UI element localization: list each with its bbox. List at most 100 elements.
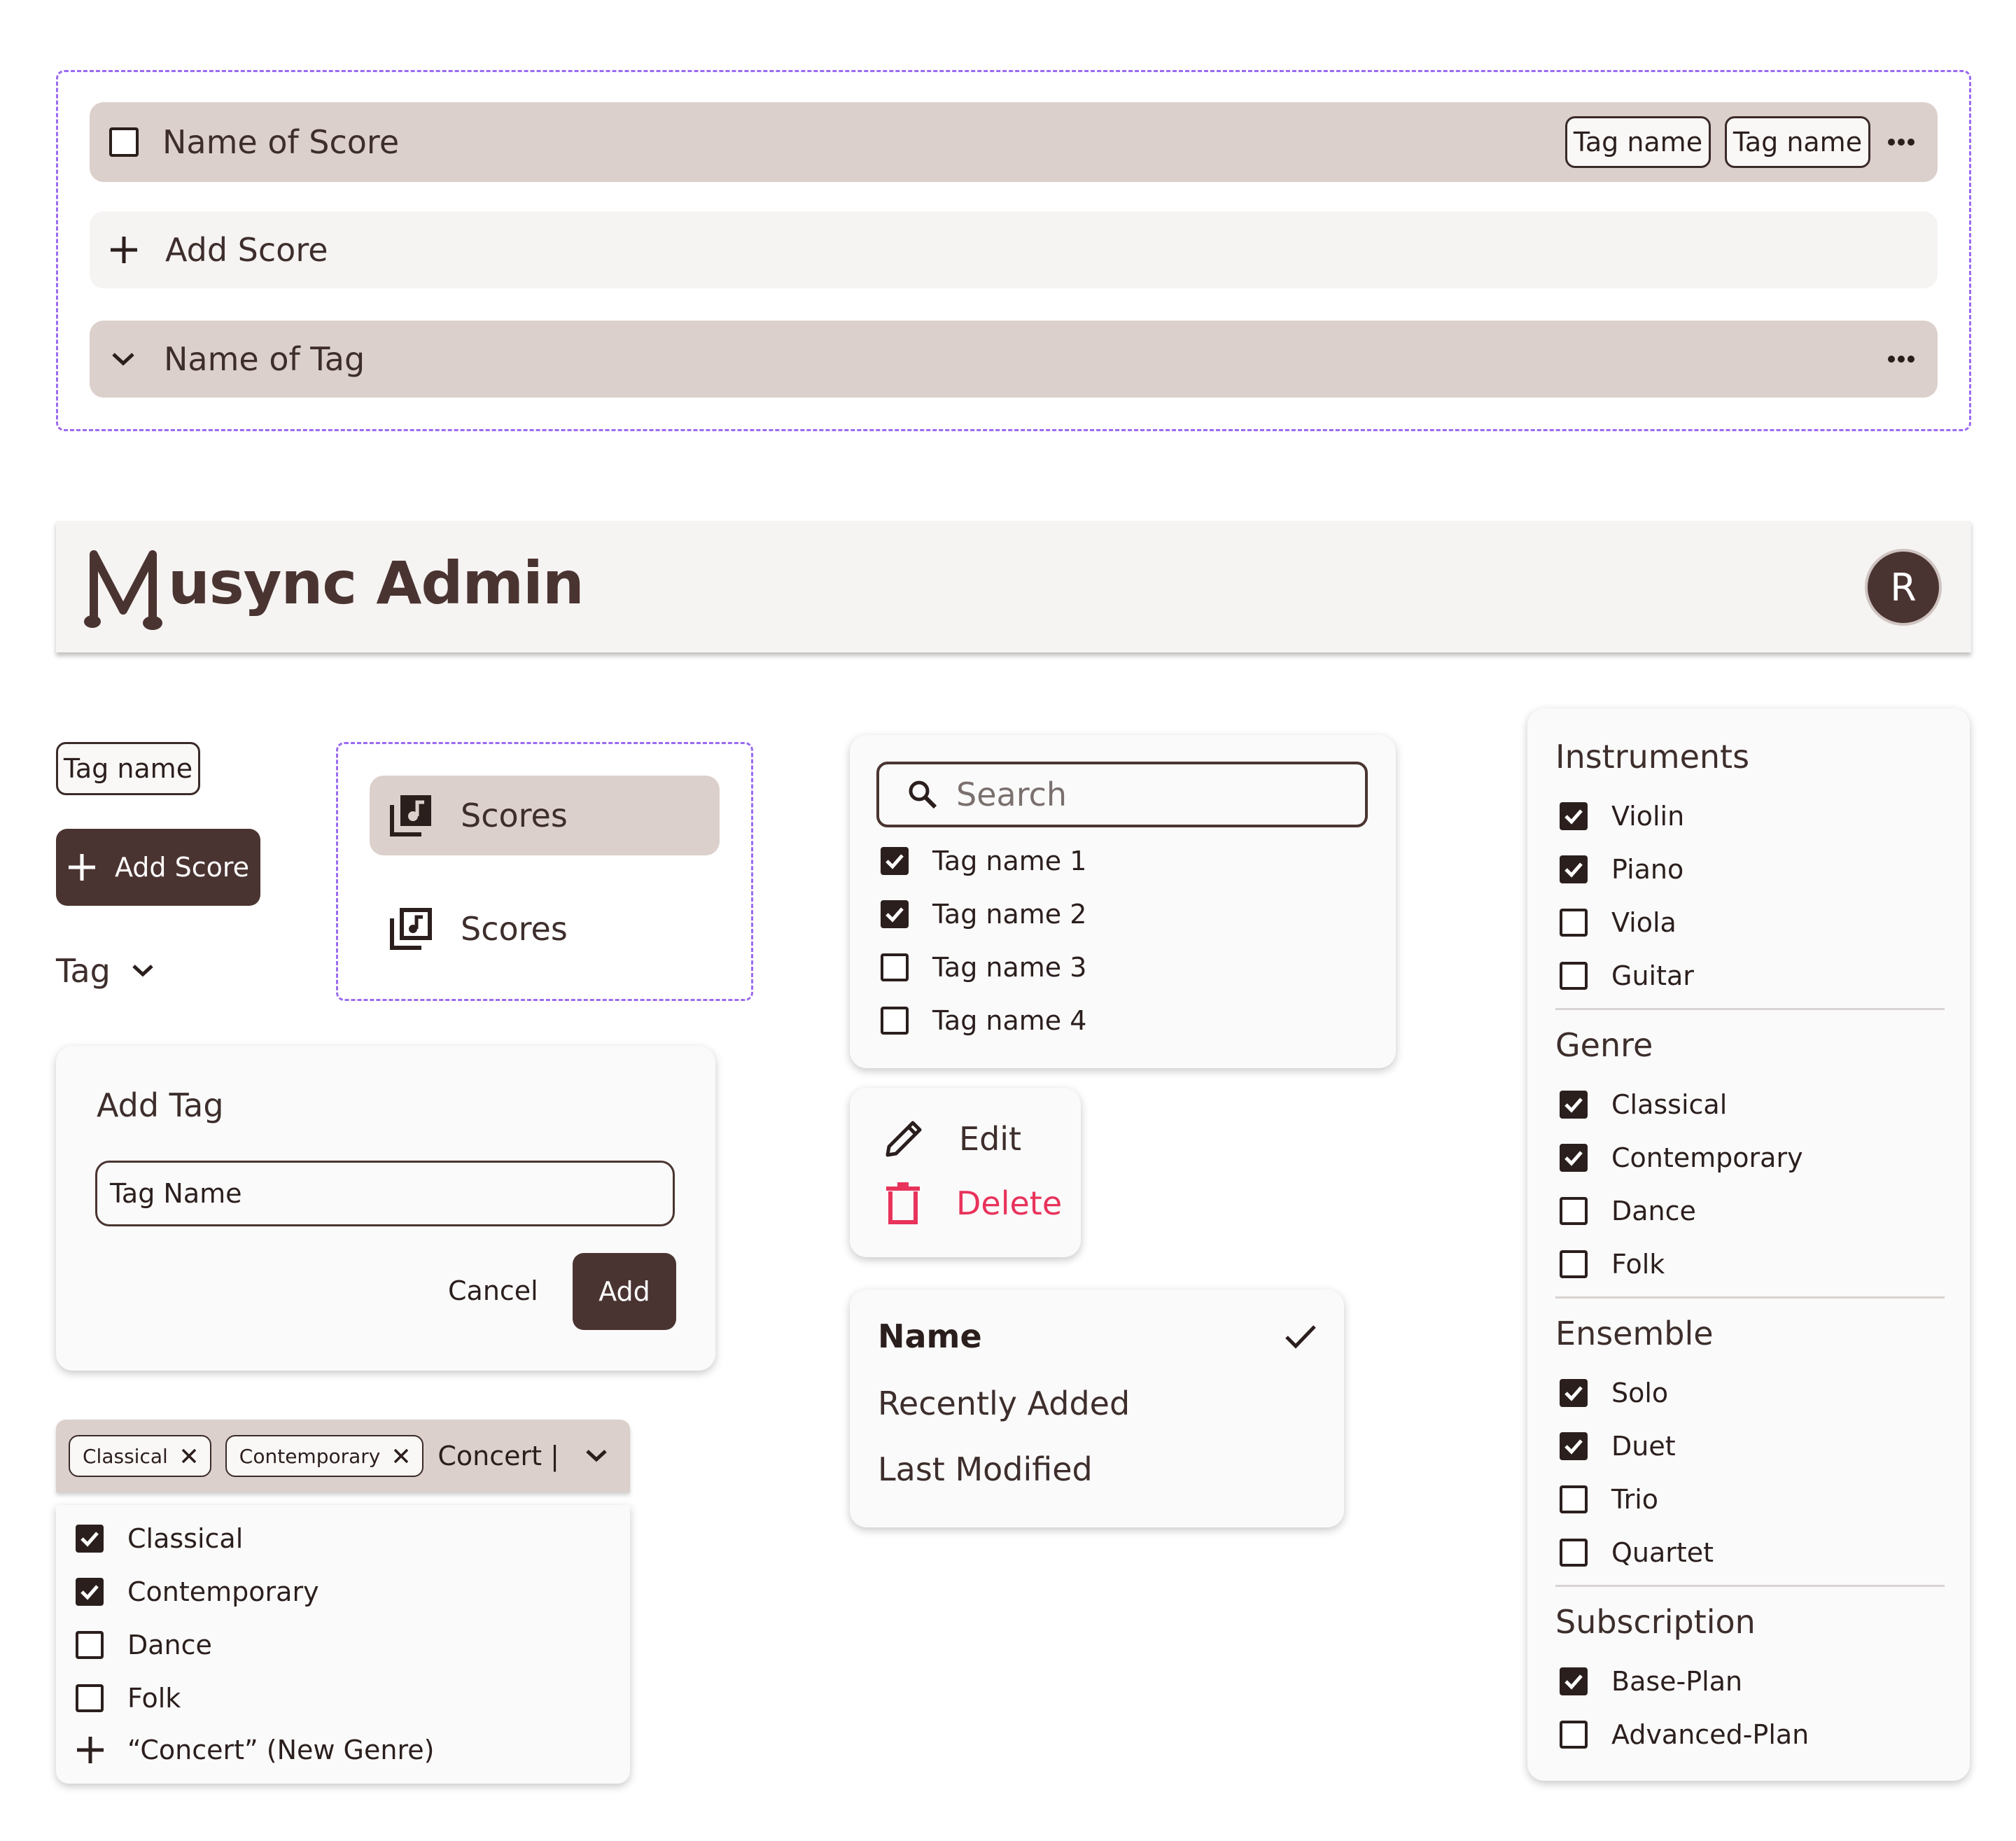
checkbox[interactable] — [1560, 1667, 1588, 1695]
add-new-genre-option[interactable]: “Concert” (New Genre) — [76, 1735, 434, 1765]
filter-option[interactable]: Folk — [1560, 1249, 1665, 1280]
selected-chip[interactable]: Classical — [69, 1435, 211, 1477]
sort-option[interactable]: Name — [878, 1317, 1317, 1355]
filter-option[interactable]: Guitar — [1560, 960, 1694, 991]
filter-section-title: Instruments — [1555, 738, 1750, 776]
filter-option-label: Classical — [1611, 1089, 1728, 1120]
nav-item-scores[interactable]: Scores — [370, 889, 720, 969]
selected-chip[interactable]: Contemporary — [225, 1435, 424, 1477]
checkbox[interactable] — [1560, 1539, 1588, 1567]
tag-chip[interactable]: Tag name — [56, 742, 200, 795]
more-icon[interactable] — [1887, 138, 1915, 146]
music-library-icon — [388, 906, 434, 952]
genre-multiselect[interactable]: Classical Contemporary Concert | — [56, 1420, 630, 1492]
close-icon[interactable] — [181, 1448, 197, 1464]
filter-option-label: Guitar — [1611, 960, 1694, 991]
checkbox[interactable] — [1560, 1091, 1588, 1119]
score-tag-chip[interactable]: Tag name — [1725, 116, 1870, 168]
tag-name-field[interactable]: Tag Name — [95, 1161, 675, 1226]
checkbox[interactable] — [1560, 802, 1588, 830]
filter-option-label: Contemporary — [1611, 1142, 1803, 1173]
checkbox[interactable] — [76, 1525, 104, 1553]
option-item[interactable]: Classical — [76, 1523, 243, 1554]
checkbox[interactable] — [1560, 1250, 1588, 1278]
checkbox[interactable] — [1560, 1485, 1588, 1513]
filter-option[interactable]: Piano — [1560, 854, 1684, 885]
filter-option-label: Piano — [1611, 854, 1684, 885]
nav-item-label: Scores — [461, 797, 568, 834]
checkbox[interactable] — [76, 1631, 104, 1659]
sort-option[interactable]: Recently Added — [878, 1385, 1130, 1422]
checkbox[interactable] — [881, 900, 909, 928]
option-item[interactable]: Contemporary — [76, 1576, 319, 1607]
checkbox[interactable] — [1560, 962, 1588, 990]
filter-option[interactable]: Base-Plan — [1560, 1666, 1742, 1697]
filter-option[interactable]: Classical — [1560, 1089, 1727, 1120]
tag-option[interactable]: Tag name 3 — [881, 952, 1086, 983]
add-score-button[interactable]: Add Score — [56, 829, 260, 906]
checkbox[interactable] — [1560, 1144, 1588, 1172]
filter-option[interactable]: Contemporary — [1560, 1142, 1803, 1173]
filter-option[interactable]: Viola — [1560, 907, 1676, 938]
tag-row[interactable]: Name of Tag — [90, 321, 1938, 398]
checkbox[interactable] — [1560, 909, 1588, 937]
checkbox[interactable] — [881, 847, 909, 875]
checkbox[interactable] — [1560, 855, 1588, 883]
filter-option-label: Solo — [1611, 1378, 1669, 1408]
checkbox[interactable] — [76, 1684, 104, 1712]
filter-option[interactable]: Solo — [1560, 1378, 1668, 1408]
nav-item-scores-selected[interactable]: Scores — [370, 776, 720, 855]
checkbox[interactable] — [1560, 1432, 1588, 1460]
search-input[interactable]: Search — [876, 762, 1368, 827]
divider — [1555, 1585, 1945, 1587]
score-tag-chip[interactable]: Tag name — [1565, 116, 1711, 168]
chevron-down-icon[interactable] — [585, 1449, 608, 1463]
cancel-button[interactable]: Cancel — [448, 1275, 538, 1306]
filter-option[interactable]: Trio — [1560, 1484, 1658, 1515]
tag-option-label: Tag name 4 — [932, 1005, 1087, 1036]
checkbox[interactable] — [881, 1007, 909, 1035]
option-item[interactable]: Dance — [76, 1630, 212, 1660]
check-icon — [1284, 1323, 1317, 1350]
filter-option[interactable]: Duet — [1560, 1431, 1676, 1462]
tag-option[interactable]: Tag name 4 — [881, 1005, 1086, 1036]
filter-option-label: Viola — [1611, 907, 1676, 938]
multiselect-input[interactable]: Concert | — [438, 1441, 559, 1471]
checkbox[interactable] — [76, 1578, 104, 1606]
add-tag-dialog: Add Tag Tag Name Cancel Add — [56, 1046, 715, 1371]
add-button[interactable]: Add — [573, 1253, 676, 1330]
score-row[interactable]: Name of Score Tag name Tag name — [90, 102, 1938, 182]
app-logo-icon — [81, 543, 165, 633]
chip-label: Contemporary — [239, 1444, 381, 1468]
checkbox[interactable] — [1560, 1379, 1588, 1407]
music-library-icon — [388, 792, 434, 839]
tag-dropdown[interactable]: Tag — [56, 952, 154, 990]
chevron-down-icon — [132, 964, 154, 978]
option-label: Classical — [127, 1523, 244, 1554]
avatar[interactable]: R — [1865, 549, 1942, 626]
checkbox[interactable] — [881, 953, 909, 981]
checkbox[interactable] — [1560, 1721, 1588, 1749]
sort-menu: Name Recently Added Last Modified — [850, 1289, 1344, 1527]
close-icon[interactable] — [393, 1448, 410, 1464]
checkbox[interactable] — [1560, 1197, 1588, 1225]
more-icon[interactable] — [1887, 355, 1915, 363]
filter-option[interactable]: Dance — [1560, 1196, 1696, 1226]
tag-option[interactable]: Tag name 1 — [881, 846, 1086, 876]
filter-option[interactable]: Violin — [1560, 801, 1684, 832]
option-item[interactable]: Folk — [76, 1683, 181, 1714]
edit-menu-item[interactable]: Edit — [881, 1116, 1021, 1162]
chevron-down-icon[interactable] — [111, 351, 136, 367]
sort-option[interactable]: Last Modified — [878, 1450, 1093, 1488]
add-score-row[interactable]: Add Score — [90, 211, 1938, 288]
score-row-checkbox[interactable] — [109, 127, 139, 157]
trash-icon — [885, 1182, 921, 1225]
delete-label: Delete — [956, 1184, 1063, 1222]
filter-option-label: Quartet — [1611, 1537, 1714, 1568]
delete-menu-item[interactable]: Delete — [885, 1182, 1062, 1225]
nav-item-label: Scores — [461, 910, 568, 948]
filter-option[interactable]: Advanced-Plan — [1560, 1719, 1809, 1750]
context-menu: Edit Delete — [850, 1088, 1081, 1257]
filter-option[interactable]: Quartet — [1560, 1537, 1714, 1568]
tag-option[interactable]: Tag name 2 — [881, 899, 1086, 930]
